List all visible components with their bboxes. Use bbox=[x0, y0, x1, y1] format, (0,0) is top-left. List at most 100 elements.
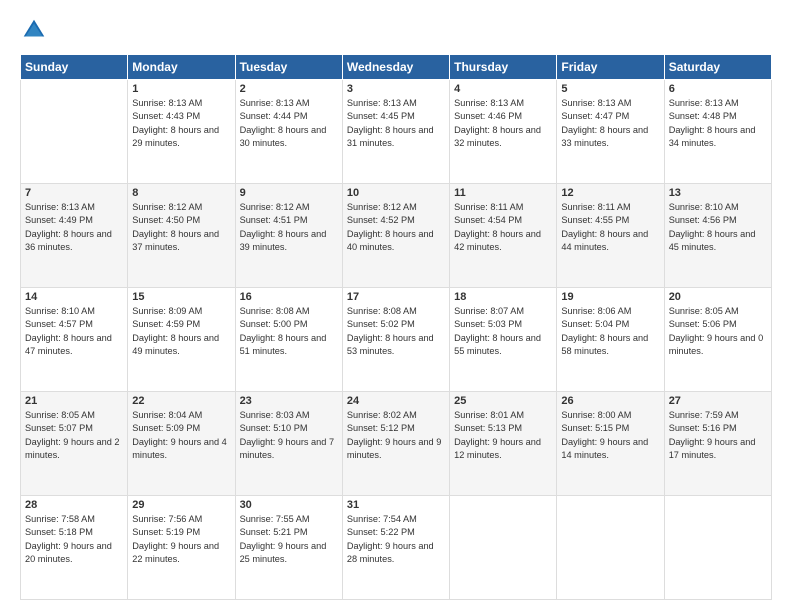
day-info: Sunrise: 8:12 AMSunset: 4:50 PMDaylight:… bbox=[132, 201, 230, 254]
calendar-cell: 11 Sunrise: 8:11 AMSunset: 4:54 PMDayligh… bbox=[450, 184, 557, 288]
calendar-cell: 25Sunrise: 8:01 AMSunset: 5:13 PMDayligh… bbox=[450, 392, 557, 496]
weekday-header: Thursday bbox=[450, 55, 557, 80]
day-number: 31 bbox=[347, 499, 445, 511]
calendar-week-row: 21 Sunrise: 8:05 AMSunset: 5:07 PMDayligh… bbox=[21, 392, 772, 496]
day-info: Sunrise: 8:03 AMSunset: 5:10 PMDaylight:… bbox=[240, 409, 338, 462]
calendar-header-row: SundayMondayTuesdayWednesdayThursdayFrid… bbox=[21, 55, 772, 80]
day-number: 27 bbox=[669, 395, 767, 407]
day-number: 15 bbox=[132, 291, 230, 303]
weekday-header: Wednesday bbox=[342, 55, 449, 80]
day-number: 8 bbox=[132, 187, 230, 199]
calendar-cell: 3Sunrise: 8:13 AMSunset: 4:45 PMDaylight… bbox=[342, 80, 449, 184]
day-info: Sunrise: 7:59 AMSunset: 5:16 PMDaylight:… bbox=[669, 409, 767, 462]
day-number: 30 bbox=[240, 499, 338, 511]
calendar-cell: 15 Sunrise: 8:09 AMSunset: 4:59 PMDayligh… bbox=[128, 288, 235, 392]
calendar-cell: 17 Sunrise: 8:08 AMSunset: 5:02 PMDayligh… bbox=[342, 288, 449, 392]
day-info: Sunrise: 7:54 AMSunset: 5:22 PMDaylight:… bbox=[347, 513, 445, 566]
calendar-cell: 21 Sunrise: 8:05 AMSunset: 5:07 PMDayligh… bbox=[21, 392, 128, 496]
calendar-cell: 16Sunrise: 8:08 AMSunset: 5:00 PMDayligh… bbox=[235, 288, 342, 392]
day-info: Sunrise: 8:13 AMSunset: 4:47 PMDaylight:… bbox=[561, 97, 659, 150]
day-info: Sunrise: 8:08 AMSunset: 5:00 PMDaylight:… bbox=[240, 305, 338, 358]
calendar-cell: 31 Sunrise: 7:54 AMSunset: 5:22 PMDayligh… bbox=[342, 496, 449, 600]
calendar-cell: 1Sunrise: 8:13 AMSunset: 4:43 PMDaylight… bbox=[128, 80, 235, 184]
day-number: 23 bbox=[240, 395, 338, 407]
day-info: Sunrise: 8:10 AMSunset: 4:57 PMDaylight:… bbox=[25, 305, 123, 358]
day-info: Sunrise: 8:04 AMSunset: 5:09 PMDaylight:… bbox=[132, 409, 230, 462]
calendar-cell: 5 Sunrise: 8:13 AMSunset: 4:47 PMDaylight… bbox=[557, 80, 664, 184]
calendar-cell: 19 Sunrise: 8:06 AMSunset: 5:04 PMDayligh… bbox=[557, 288, 664, 392]
calendar-cell bbox=[21, 80, 128, 184]
calendar-cell: 18 Sunrise: 8:07 AMSunset: 5:03 PMDayligh… bbox=[450, 288, 557, 392]
day-info: Sunrise: 8:05 AMSunset: 5:07 PMDaylight:… bbox=[25, 409, 123, 462]
day-number: 24 bbox=[347, 395, 445, 407]
logo-icon bbox=[20, 16, 48, 44]
calendar-cell: 7 Sunrise: 8:13 AMSunset: 4:49 PMDaylight… bbox=[21, 184, 128, 288]
calendar-cell: 14 Sunrise: 8:10 AMSunset: 4:57 PMDayligh… bbox=[21, 288, 128, 392]
day-number: 2 bbox=[240, 83, 338, 95]
calendar-cell: 28 Sunrise: 7:58 AMSunset: 5:18 PMDayligh… bbox=[21, 496, 128, 600]
day-number: 6 bbox=[669, 83, 767, 95]
calendar-cell: 6Sunrise: 8:13 AMSunset: 4:48 PMDaylight… bbox=[664, 80, 771, 184]
day-info: Sunrise: 8:10 AMSunset: 4:56 PMDaylight:… bbox=[669, 201, 767, 254]
calendar-cell: 22 Sunrise: 8:04 AMSunset: 5:09 PMDayligh… bbox=[128, 392, 235, 496]
calendar-cell: 26 Sunrise: 8:00 AMSunset: 5:15 PMDayligh… bbox=[557, 392, 664, 496]
day-info: Sunrise: 8:09 AMSunset: 4:59 PMDaylight:… bbox=[132, 305, 230, 358]
calendar-cell: 23 Sunrise: 8:03 AMSunset: 5:10 PMDayligh… bbox=[235, 392, 342, 496]
header bbox=[20, 16, 772, 44]
day-info: Sunrise: 8:13 AMSunset: 4:49 PMDaylight:… bbox=[25, 201, 123, 254]
calendar-cell: 13 Sunrise: 8:10 AMSunset: 4:56 PMDayligh… bbox=[664, 184, 771, 288]
weekday-header: Monday bbox=[128, 55, 235, 80]
day-number: 17 bbox=[347, 291, 445, 303]
day-info: Sunrise: 8:00 AMSunset: 5:15 PMDaylight:… bbox=[561, 409, 659, 462]
calendar-table: SundayMondayTuesdayWednesdayThursdayFrid… bbox=[20, 54, 772, 600]
day-info: Sunrise: 8:12 AMSunset: 4:52 PMDaylight:… bbox=[347, 201, 445, 254]
day-number: 28 bbox=[25, 499, 123, 511]
day-number: 26 bbox=[561, 395, 659, 407]
day-info: Sunrise: 8:01 AMSunset: 5:13 PMDaylight:… bbox=[454, 409, 552, 462]
logo bbox=[20, 16, 52, 44]
day-info: Sunrise: 7:55 AMSunset: 5:21 PMDaylight:… bbox=[240, 513, 338, 566]
day-number: 4 bbox=[454, 83, 552, 95]
day-info: Sunrise: 8:06 AMSunset: 5:04 PMDaylight:… bbox=[561, 305, 659, 358]
day-info: Sunrise: 8:02 AMSunset: 5:12 PMDaylight:… bbox=[347, 409, 445, 462]
day-number: 1 bbox=[132, 83, 230, 95]
weekday-header: Sunday bbox=[21, 55, 128, 80]
day-info: Sunrise: 8:11 AMSunset: 4:55 PMDaylight:… bbox=[561, 201, 659, 254]
calendar-cell: 2 Sunrise: 8:13 AMSunset: 4:44 PMDaylight… bbox=[235, 80, 342, 184]
day-number: 7 bbox=[25, 187, 123, 199]
day-info: Sunrise: 8:07 AMSunset: 5:03 PMDaylight:… bbox=[454, 305, 552, 358]
day-number: 21 bbox=[25, 395, 123, 407]
weekday-header: Saturday bbox=[664, 55, 771, 80]
day-info: Sunrise: 8:13 AMSunset: 4:44 PMDaylight:… bbox=[240, 97, 338, 150]
calendar-cell bbox=[664, 496, 771, 600]
calendar-cell: 4Sunrise: 8:13 AMSunset: 4:46 PMDaylight… bbox=[450, 80, 557, 184]
day-info: Sunrise: 7:58 AMSunset: 5:18 PMDaylight:… bbox=[25, 513, 123, 566]
day-info: Sunrise: 8:08 AMSunset: 5:02 PMDaylight:… bbox=[347, 305, 445, 358]
calendar-cell: 9 Sunrise: 8:12 AMSunset: 4:51 PMDaylight… bbox=[235, 184, 342, 288]
day-info: Sunrise: 8:12 AMSunset: 4:51 PMDaylight:… bbox=[240, 201, 338, 254]
day-number: 19 bbox=[561, 291, 659, 303]
day-number: 29 bbox=[132, 499, 230, 511]
day-info: Sunrise: 8:13 AMSunset: 4:45 PMDaylight:… bbox=[347, 97, 445, 150]
day-number: 10 bbox=[347, 187, 445, 199]
day-number: 13 bbox=[669, 187, 767, 199]
day-number: 11 bbox=[454, 187, 552, 199]
day-number: 12 bbox=[561, 187, 659, 199]
day-number: 14 bbox=[25, 291, 123, 303]
calendar-cell: 30 Sunrise: 7:55 AMSunset: 5:21 PMDayligh… bbox=[235, 496, 342, 600]
day-info: Sunrise: 8:05 AMSunset: 5:06 PMDaylight:… bbox=[669, 305, 767, 358]
day-number: 20 bbox=[669, 291, 767, 303]
calendar-cell: 20 Sunrise: 8:05 AMSunset: 5:06 PMDayligh… bbox=[664, 288, 771, 392]
calendar-week-row: 7 Sunrise: 8:13 AMSunset: 4:49 PMDaylight… bbox=[21, 184, 772, 288]
calendar-cell bbox=[450, 496, 557, 600]
day-number: 9 bbox=[240, 187, 338, 199]
day-info: Sunrise: 7:56 AMSunset: 5:19 PMDaylight:… bbox=[132, 513, 230, 566]
day-info: Sunrise: 8:11 AMSunset: 4:54 PMDaylight:… bbox=[454, 201, 552, 254]
calendar-week-row: 28 Sunrise: 7:58 AMSunset: 5:18 PMDayligh… bbox=[21, 496, 772, 600]
day-number: 5 bbox=[561, 83, 659, 95]
calendar-week-row: 14 Sunrise: 8:10 AMSunset: 4:57 PMDayligh… bbox=[21, 288, 772, 392]
day-number: 18 bbox=[454, 291, 552, 303]
day-number: 22 bbox=[132, 395, 230, 407]
calendar-cell: 12 Sunrise: 8:11 AMSunset: 4:55 PMDayligh… bbox=[557, 184, 664, 288]
calendar-cell: 27 Sunrise: 7:59 AMSunset: 5:16 PMDayligh… bbox=[664, 392, 771, 496]
